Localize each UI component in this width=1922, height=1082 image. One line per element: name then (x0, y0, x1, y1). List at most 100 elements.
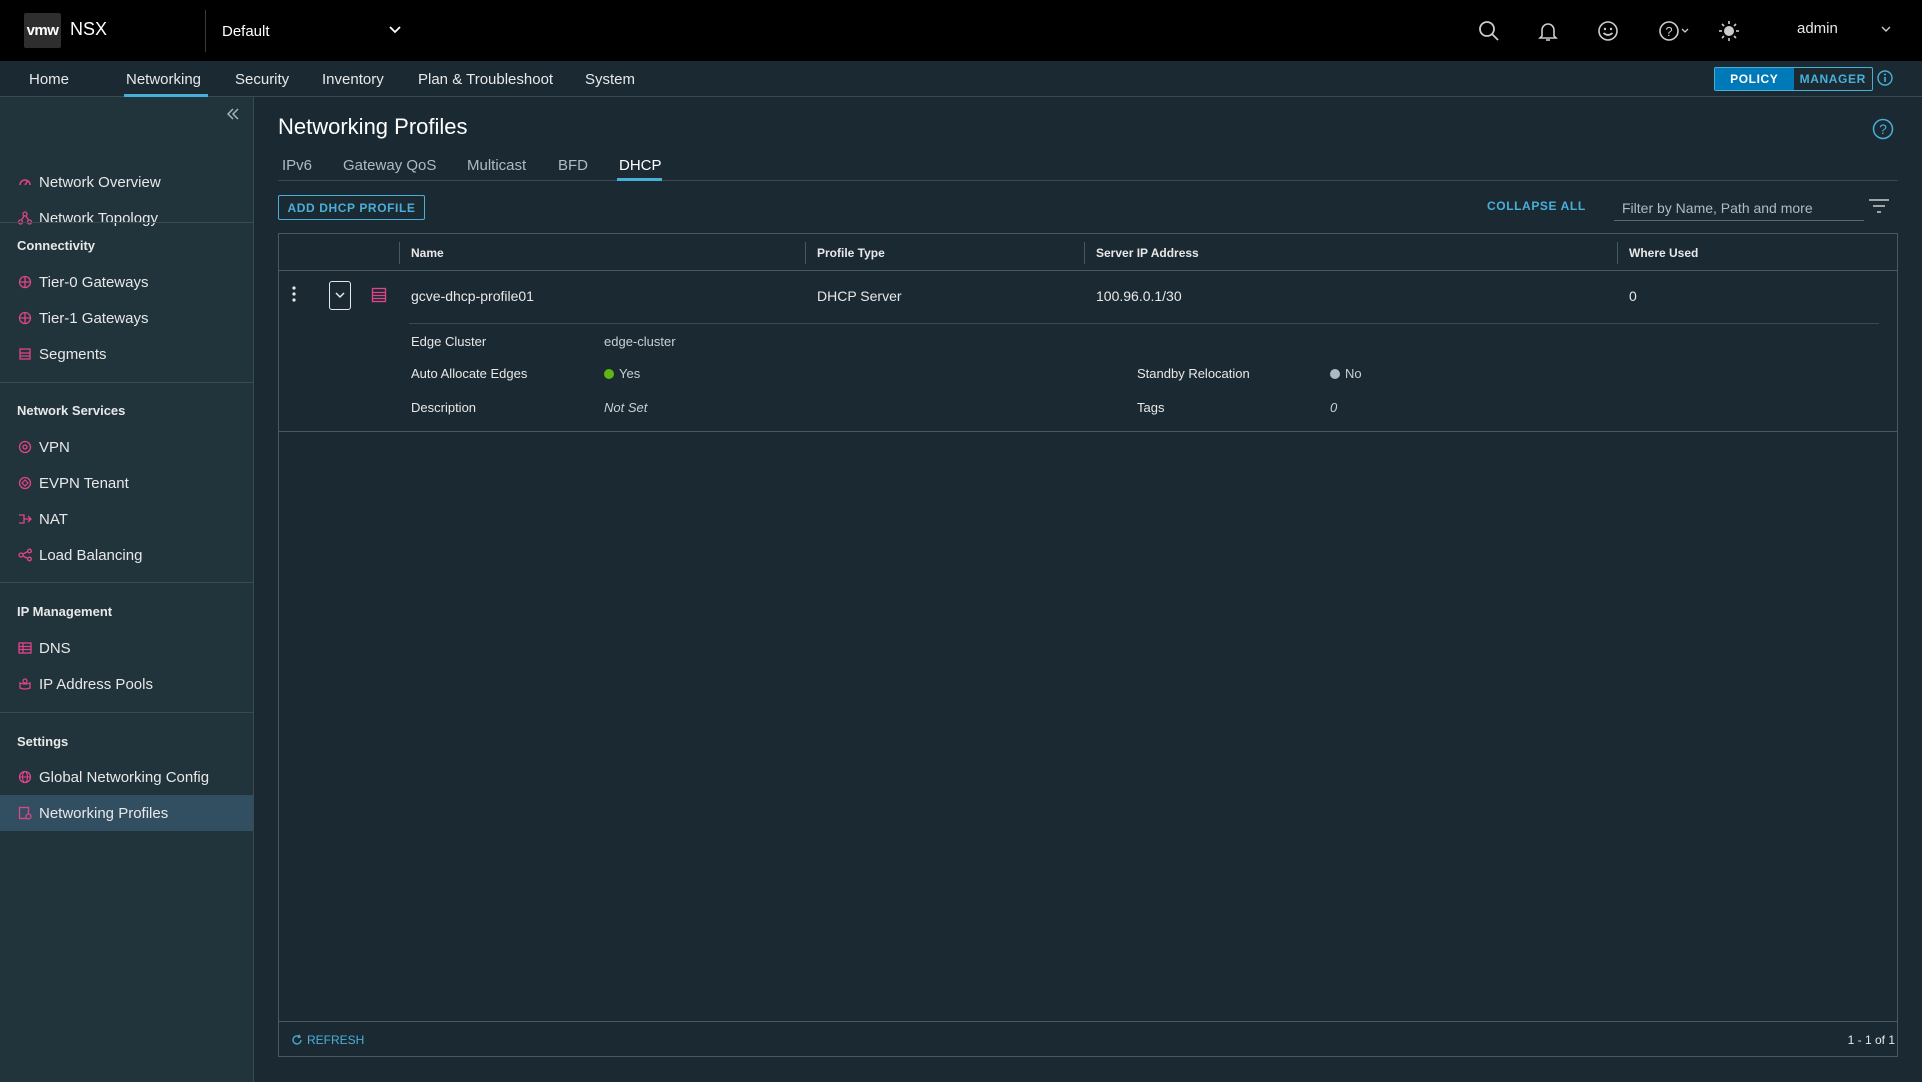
column-header-name[interactable]: Name (411, 246, 444, 260)
detail-value-description: Not Set (604, 400, 648, 415)
chevron-down-icon[interactable] (1880, 22, 1892, 38)
detail-value-edge-cluster: edge-cluster (604, 334, 676, 349)
detail-label-description: Description (411, 400, 477, 415)
tab-dhcp[interactable]: DHCP (619, 157, 662, 174)
nav-tab-plan-troubleshoot[interactable]: Plan & Troubleshoot (418, 71, 553, 88)
sidebar-item-label: Tier-0 Gateways (39, 273, 149, 291)
column-header-server-ip[interactable]: Server IP Address (1096, 246, 1199, 260)
svg-text:?: ? (1665, 24, 1672, 39)
detail-label-standby-relocation: Standby Relocation (1137, 366, 1250, 381)
collapse-all-button[interactable]: COLLAPSE ALL (1487, 199, 1586, 213)
manager-mode-button[interactable]: MANAGER (1794, 68, 1873, 90)
add-dhcp-profile-button[interactable]: ADD DHCP PROFILE (278, 195, 425, 220)
sidebar-item-label: Network Overview (39, 173, 161, 191)
nav-tab-system[interactable]: System (585, 71, 635, 88)
user-menu[interactable]: admin (1797, 20, 1838, 37)
sidebar-item-network-topology[interactable]: Network Topology (0, 200, 253, 236)
chevron-down-icon (388, 22, 402, 40)
vpn-icon (18, 440, 32, 454)
sidebar-item-dns[interactable]: DNS (0, 630, 253, 666)
nav-tab-security[interactable]: Security (235, 71, 289, 88)
sidebar-section-network-services: Network Services (17, 403, 126, 418)
svg-text:?: ? (1879, 121, 1887, 137)
status-dot-icon (1330, 368, 1340, 379)
sidebar-item-label: NAT (39, 510, 68, 528)
nav-tab-home[interactable]: Home (29, 71, 69, 88)
sidebar-item-label: DNS (39, 639, 71, 657)
main-nav: Home Networking Security Inventory Plan … (0, 61, 1922, 97)
detail-label-edge-cluster: Edge Cluster (411, 334, 487, 349)
more-actions-icon[interactable] (291, 285, 297, 308)
sidebar-item-tier0-gateways[interactable]: Tier-0 Gateways (0, 264, 253, 300)
sidebar-item-evpn-tenant[interactable]: EVPN Tenant (0, 465, 253, 501)
globe-gear-icon (18, 770, 32, 784)
profile-icon (18, 806, 32, 820)
column-header-where-used[interactable]: Where Used (1629, 246, 1698, 260)
column-header-profile-type[interactable]: Profile Type (817, 246, 885, 260)
sidebar-item-vpn[interactable]: VPN (0, 429, 253, 465)
evpn-icon (18, 476, 32, 490)
theme-sun-icon[interactable] (1714, 16, 1744, 46)
filter-icon[interactable] (1868, 198, 1890, 217)
sidebar-item-global-networking-config[interactable]: Global Networking Config (0, 759, 253, 795)
policy-mode-button[interactable]: POLICY (1715, 68, 1794, 90)
app-header: vmw NSX Default ? admin (0, 0, 1922, 61)
detail-value-standby-relocation: No (1330, 366, 1362, 381)
tab-ipv6[interactable]: IPv6 (282, 157, 312, 174)
detail-value-tags[interactable]: 0 (1330, 400, 1337, 415)
tab-gateway-qos[interactable]: Gateway QoS (343, 157, 436, 174)
tab-bfd[interactable]: BFD (558, 157, 588, 174)
dns-icon (18, 641, 32, 655)
refresh-button[interactable]: REFRESH (291, 1033, 364, 1047)
info-icon[interactable] (1876, 69, 1894, 90)
cell-name[interactable]: gcve-dhcp-profile01 (411, 288, 534, 304)
nat-icon (18, 512, 32, 526)
sidebar-item-nat[interactable]: NAT (0, 501, 253, 537)
vmw-logo: vmw (24, 13, 61, 48)
sidebar-item-label: Network Topology (39, 209, 158, 227)
policy-manager-toggle: POLICY MANAGER (1714, 67, 1873, 91)
ip-pool-icon (18, 677, 32, 691)
sidebar-item-tier1-gateways[interactable]: Tier-1 Gateways (0, 300, 253, 336)
project-select[interactable]: Default (222, 20, 402, 42)
bell-icon[interactable] (1533, 16, 1563, 46)
sidebar-item-label: IP Address Pools (39, 675, 153, 693)
column-separator (1617, 242, 1618, 264)
detail-label-tags: Tags (1137, 400, 1165, 415)
header-divider (205, 10, 206, 52)
filter-input[interactable] (1614, 195, 1864, 221)
nav-tab-networking[interactable]: Networking (126, 71, 201, 88)
search-icon[interactable] (1474, 16, 1504, 46)
table-row: gcve-dhcp-profile01 DHCP Server 100.96.0… (279, 271, 1897, 432)
dhcp-profiles-grid: Name Profile Type Server IP Address Wher… (278, 233, 1898, 1057)
grid-empty-area (279, 432, 1897, 1021)
auto-allocate-value: Yes (619, 366, 641, 381)
feedback-smiley-icon[interactable] (1593, 16, 1623, 46)
cell-where-used[interactable]: 0 (1629, 288, 1637, 304)
sidebar-item-segments[interactable]: Segments (0, 336, 253, 372)
sidebar-item-network-overview[interactable]: Network Overview (0, 164, 253, 200)
refresh-icon (291, 1034, 303, 1046)
sidebar-section-settings: Settings (17, 734, 69, 749)
sidebar-divider (0, 582, 253, 583)
row-expand-toggle[interactable] (329, 281, 351, 310)
sidebar-item-networking-profiles[interactable]: Networking Profiles (0, 795, 253, 831)
project-select-value: Default (222, 22, 270, 40)
page-title: Networking Profiles (278, 114, 468, 139)
help-menu-icon[interactable]: ? (1655, 16, 1695, 46)
sidebar-divider (0, 382, 253, 383)
column-separator (399, 242, 400, 264)
app-name: NSX (70, 19, 108, 39)
status-dot-icon (604, 368, 614, 379)
collapse-sidebar-icon[interactable] (226, 107, 240, 126)
nav-tab-inventory[interactable]: Inventory (322, 71, 384, 88)
detail-divider (409, 323, 1879, 324)
load-balancer-icon (18, 548, 32, 562)
refresh-label: REFRESH (307, 1033, 365, 1047)
help-icon[interactable]: ? (1872, 118, 1894, 143)
sidebar-item-load-balancing[interactable]: Load Balancing (0, 537, 253, 573)
subtab-active-indicator (617, 178, 662, 181)
sidebar-item-ip-address-pools[interactable]: IP Address Pools (0, 666, 253, 702)
tab-multicast[interactable]: Multicast (467, 157, 526, 174)
cell-server-ip: 100.96.0.1/30 (1096, 288, 1182, 304)
